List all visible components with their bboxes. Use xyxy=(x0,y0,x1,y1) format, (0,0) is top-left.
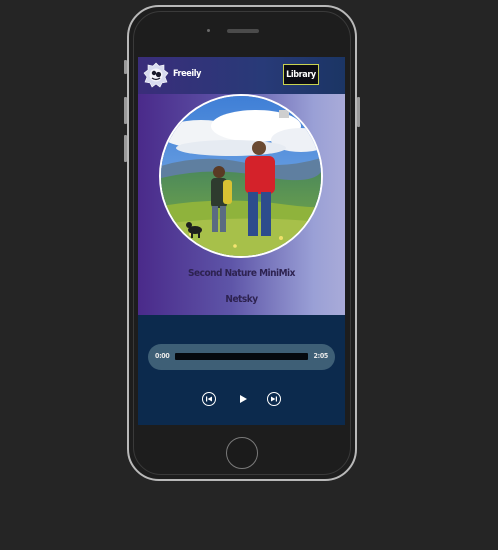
volume-down-button xyxy=(124,135,127,162)
progress-bar[interactable] xyxy=(175,353,308,360)
total-time: 2:05 xyxy=(313,352,329,360)
top-bar: Freeily Library xyxy=(138,57,345,94)
track-artist: Netsky xyxy=(225,294,258,305)
playback-controls xyxy=(138,392,345,408)
freeily-logo-icon[interactable] xyxy=(143,62,169,88)
app-screen: Freeily Library Second Nature MiniMix Ne… xyxy=(138,57,345,425)
earpiece-speaker xyxy=(227,29,259,33)
album-cover-art xyxy=(161,96,321,256)
play-icon[interactable] xyxy=(237,393,249,405)
power-button xyxy=(357,97,360,127)
album-cover xyxy=(159,94,323,258)
skip-next-icon[interactable] xyxy=(267,392,281,406)
current-time: 0:00 xyxy=(155,352,170,360)
mute-switch xyxy=(124,60,127,74)
front-camera xyxy=(207,29,210,32)
home-button[interactable] xyxy=(226,437,258,469)
audio-player-bar: 0:00 2:05 xyxy=(148,344,335,370)
library-button[interactable]: Library xyxy=(283,64,319,85)
volume-up-button xyxy=(124,97,127,124)
track-title: Second Nature MiniMix xyxy=(188,268,295,279)
app-brand-name: Freeily xyxy=(173,69,201,79)
skip-previous-icon[interactable] xyxy=(202,392,216,406)
